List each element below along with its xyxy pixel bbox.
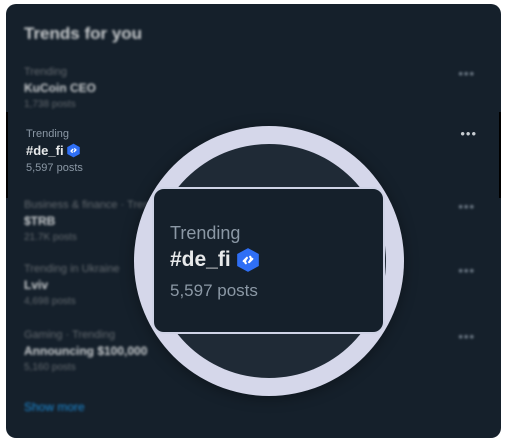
trend-meta: Trending: [24, 66, 68, 78]
magnified-trend-card: Trending #de_fi 5,597 posts: [152, 187, 385, 334]
panel-title: Trends for you: [24, 24, 143, 43]
more-dots-icon[interactable]: •••: [458, 263, 475, 278]
trend-count: 21.7K posts: [24, 232, 77, 243]
defi-badge-icon: [235, 247, 261, 273]
trend-meta: Trending in Ukraine: [24, 263, 120, 275]
trend-count: 1,738 posts: [24, 99, 76, 110]
trend-name: $TRB: [24, 214, 56, 228]
more-dots-icon[interactable]: •••: [460, 126, 477, 141]
more-dots-icon[interactable]: •••: [458, 66, 475, 81]
trend-count: 5,597 posts: [26, 162, 83, 174]
trend-name: #de_fi: [26, 143, 81, 158]
trend-name-text: #de_fi: [26, 143, 64, 158]
magnified-trend-count: 5,597 posts: [170, 281, 258, 300]
trend-meta: Trending: [26, 128, 70, 140]
trend-name: Lviv: [24, 278, 49, 292]
magnified-trend-meta: Trending: [170, 223, 241, 243]
trend-name: Announcing $100,000: [24, 344, 148, 358]
magnified-trend-name: #de_fi: [170, 247, 261, 273]
trend-count: 4,698 posts: [24, 296, 76, 307]
defi-badge-icon: [66, 143, 81, 158]
more-dots-icon[interactable]: •••: [458, 199, 475, 214]
magnified-trend-name-text: #de_fi: [170, 248, 231, 271]
trend-name: KuCoin CEO: [24, 81, 96, 95]
show-more-link[interactable]: Show more: [24, 400, 85, 414]
trend-count: 5,160 posts: [24, 362, 76, 373]
trend-meta: Gaming · Trending: [24, 329, 116, 341]
more-dots-icon[interactable]: •••: [458, 329, 475, 344]
